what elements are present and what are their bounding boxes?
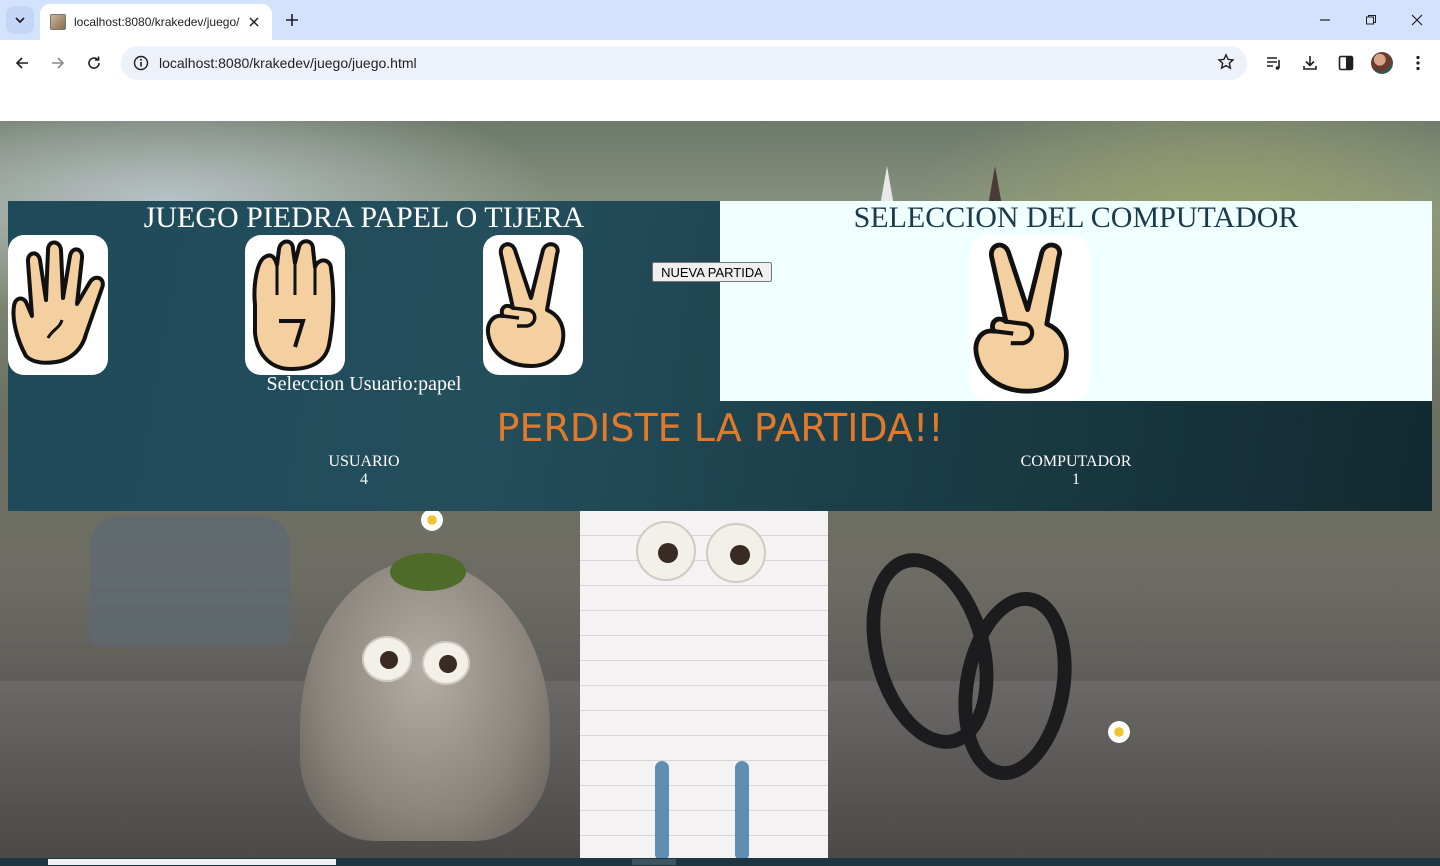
bookmark-button[interactable] (1217, 53, 1235, 76)
option-papel-button[interactable] (8, 235, 108, 375)
fist-icon (252, 239, 336, 371)
new-tab-button[interactable] (280, 8, 304, 32)
restore-icon (1366, 15, 1376, 25)
option-tijera-button[interactable] (483, 235, 583, 375)
reload-icon (88, 56, 100, 69)
user-score-label: USUARIO (328, 453, 400, 470)
open-hand-icon (11, 240, 105, 365)
computer-title: SELECCION DEL COMPUTADOR (853, 201, 1299, 234)
forward-button[interactable] (44, 49, 72, 77)
user-section: JUEGO PIEDRA PAPEL O TIJERA Seleccion Us… (8, 201, 720, 401)
tab-close-button[interactable] (246, 14, 262, 30)
tab-strip: localhost:8080/krakedev/juego/ (0, 0, 1440, 40)
side-panel-button[interactable] (1332, 49, 1360, 77)
menu-button[interactable] (1404, 49, 1432, 77)
minimize-button[interactable] (1311, 6, 1339, 34)
horizontal-scrollbar[interactable] (0, 858, 1440, 866)
user-score: USUARIO 4 (264, 453, 464, 489)
new-game-button[interactable]: NUEVA PARTIDA (652, 262, 772, 282)
media-controls-button[interactable] (1260, 49, 1288, 77)
playlist-icon (1267, 57, 1280, 70)
stone-character-illustration (300, 553, 550, 841)
plus-icon (286, 14, 298, 26)
address-bar[interactable]: localhost:8080/krakedev/juego/juego.html (121, 46, 1247, 80)
paper-character-illustration (580, 511, 828, 866)
minimize-icon (1320, 19, 1330, 21)
window-close-button[interactable] (1403, 6, 1431, 34)
page-viewport: JUEGO PIEDRA PAPEL O TIJERA Seleccion Us… (0, 86, 1440, 866)
more-vert-icon (1416, 55, 1420, 71)
browser-toolbar: localhost:8080/krakedev/juego/juego.html (0, 40, 1440, 86)
results-section: PERDISTE LA PARTIDA!! USUARIO 4 COMPUTAD… (8, 401, 1432, 511)
side-panel-icon (1338, 55, 1354, 71)
tab-title: localhost:8080/krakedev/juego/ (74, 15, 240, 29)
star-icon (1217, 53, 1235, 70)
victory-hand-icon (486, 242, 566, 368)
computer-score-value: 1 (1072, 471, 1080, 488)
info-icon[interactable] (133, 55, 149, 71)
victory-hand-icon (973, 242, 1069, 394)
back-button[interactable] (8, 49, 36, 77)
chevron-down-icon (15, 17, 25, 24)
computer-section: SELECCION DEL COMPUTADOR (720, 201, 1432, 401)
page-title: JUEGO PIEDRA PAPEL O TIJERA (143, 201, 585, 234)
downloads-button[interactable] (1296, 49, 1324, 77)
url-text[interactable]: localhost:8080/krakedev/juego/juego.html (159, 55, 417, 71)
favicon-icon (50, 14, 66, 30)
result-message: PERDISTE LA PARTIDA!! (496, 406, 944, 450)
close-icon (249, 17, 259, 27)
arrow-right-icon (52, 57, 65, 69)
user-score-value: 4 (360, 471, 368, 488)
user-selection-text: Seleccion Usuario:papel (266, 373, 462, 395)
close-icon (1411, 14, 1423, 26)
arrow-left-icon (15, 57, 28, 69)
computer-score-label: COMPUTADOR (1020, 453, 1132, 470)
computer-score: COMPUTADOR 1 (976, 453, 1176, 489)
restore-button[interactable] (1357, 6, 1385, 34)
computer-choice-image (970, 235, 1090, 401)
profile-avatar[interactable] (1371, 52, 1393, 74)
option-piedra-button[interactable] (245, 235, 345, 375)
reload-button[interactable] (80, 49, 108, 77)
browser-tab[interactable]: localhost:8080/krakedev/juego/ (40, 4, 272, 40)
download-icon (1303, 56, 1317, 70)
tab-search-button[interactable] (6, 6, 34, 34)
